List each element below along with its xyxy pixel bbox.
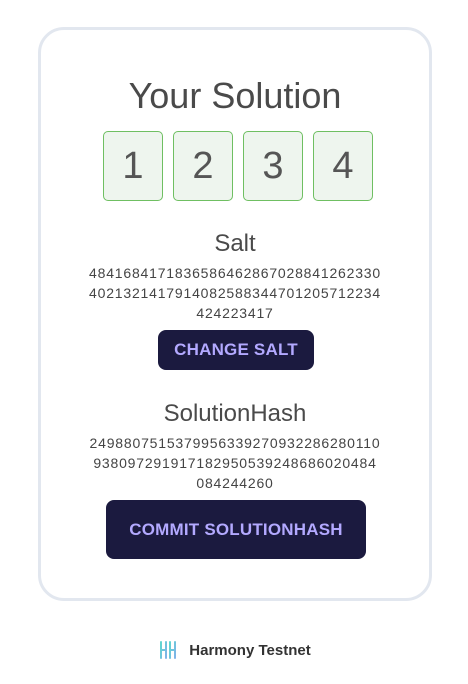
salt-value-line-3: 424223417 [196, 305, 274, 321]
digit-box-4: 4 [313, 131, 373, 201]
solution-hash-label: SolutionHash [163, 400, 307, 427]
hash-value-line-3: 084244260 [196, 475, 274, 491]
hash-value-line-1: 2498807515379956339270932286280110 [89, 435, 381, 451]
salt-label: Salt [214, 230, 256, 257]
page-title: Your Solution [128, 75, 342, 116]
digit-box-2: 2 [173, 131, 233, 201]
footer: Harmony Testnet [0, 640, 468, 660]
salt-value-line-1: 4841684171836586462867028841262330 [89, 265, 381, 281]
harmony-logo-icon [160, 641, 177, 659]
hash-value-line-2: 938097291917182950539248686020484 [93, 455, 377, 471]
salt-value-line-2: 4021321417914082588344701205712234 [89, 285, 381, 301]
solution-hash-value: 2498807515379956339270932286280110 93809… [81, 433, 389, 493]
network-name: Harmony Testnet [189, 641, 311, 659]
salt-value: 4841684171836586462867028841262330 40213… [81, 263, 389, 323]
solution-card: Your Solution 1 2 3 4 Salt 4841684171836… [38, 27, 432, 601]
digit-box-3: 3 [243, 131, 303, 201]
change-salt-button[interactable]: CHANGE SALT [158, 330, 314, 370]
commit-solutionhash-button[interactable]: COMMIT SOLUTIONHASH [106, 500, 366, 559]
digit-box-1: 1 [103, 131, 163, 201]
solution-digits: 1 2 3 4 [103, 131, 373, 201]
